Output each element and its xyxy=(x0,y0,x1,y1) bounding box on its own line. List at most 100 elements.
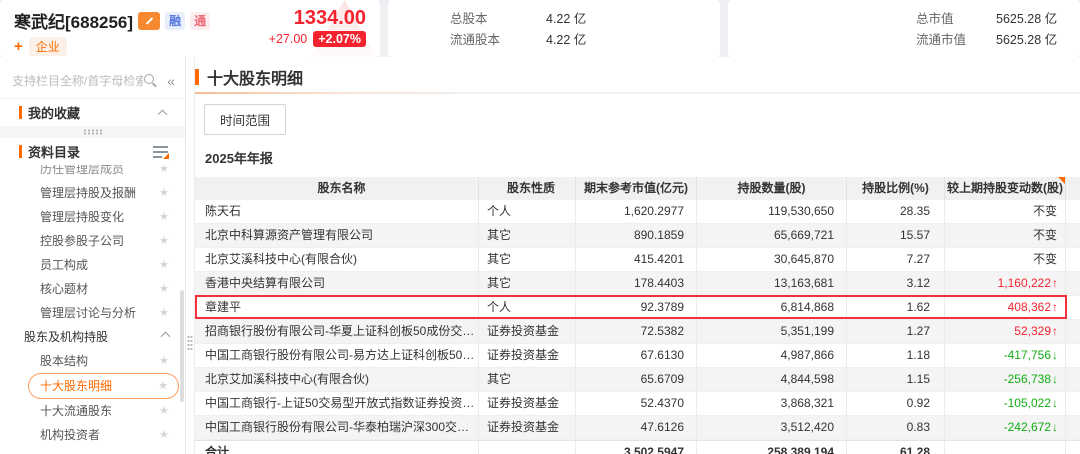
total-shares-label: 总股本 xyxy=(450,12,488,26)
table-row[interactable]: 中国工商银行股份有限公司-易方达上证科创板50成份交... 证券投资基金 67.… xyxy=(195,344,1080,368)
col-holding-pct[interactable]: 持股比例(%) xyxy=(847,177,945,200)
shareholder-name: 中国工商银行股份有限公司-易方达上证科创板50成份交... xyxy=(195,344,479,367)
shares-held: 3,868,321 xyxy=(697,392,847,415)
shareholder-type: 其它 xyxy=(479,224,576,247)
shareholder-name: 章建平 xyxy=(195,296,479,319)
market-value: 1,620.2977 xyxy=(576,200,697,223)
shares-held: 119,530,650 xyxy=(697,200,847,223)
table-row[interactable]: 中国工商银行-上证50交易型开放式指数证券投资基金 证券投资基金 52.4370… xyxy=(195,392,1080,416)
star-icon[interactable]: ★ xyxy=(159,349,169,373)
table-row[interactable]: 香港中央结算有限公司 其它 178.4403 13,163,681 3.12 1… xyxy=(195,272,1080,296)
holding-change: 不变 xyxy=(945,200,1066,223)
star-icon[interactable]: ★ xyxy=(158,374,168,398)
page-title: 十大股东明细 xyxy=(207,71,304,88)
col-shares-held[interactable]: 持股数量(股) xyxy=(697,177,847,200)
star-icon[interactable]: ★ xyxy=(159,399,169,423)
table-row[interactable]: 北京中科算源资产管理有限公司 其它 890.1859 65,669,721 15… xyxy=(195,224,1080,248)
time-range-button[interactable]: 时间范围 xyxy=(204,104,287,135)
title-separator xyxy=(195,92,1080,94)
holding-change: -256,738↓ xyxy=(945,368,1066,391)
star-icon[interactable]: ★ xyxy=(159,301,169,325)
collapse-sidebar-icon[interactable]: « xyxy=(167,73,175,89)
catalog-list: 历任管理层成员 ★ 管理层持股及报酬 ★ 管理层持股变化 ★ 控股参股子公司 ★… xyxy=(0,165,185,454)
favorites-section-header[interactable]: 我的收藏 xyxy=(0,99,185,126)
market-value: 72.5382 xyxy=(576,320,697,343)
orange-bar xyxy=(19,106,22,119)
sidebar-item-subsidiaries[interactable]: 控股参股子公司 ★ xyxy=(0,229,185,253)
sidebar-item-capital-structure[interactable]: 股本结构 ★ xyxy=(0,349,185,373)
col-holding-change[interactable]: 较上期持股变动数(股) xyxy=(945,177,1066,200)
sidebar-search[interactable]: 支持栏目全称/首字母检索 « xyxy=(0,57,185,99)
table-row[interactable]: 北京艾加溪科技中心(有限合伙) 其它 65.6709 4,844,598 1.1… xyxy=(195,368,1080,392)
star-icon[interactable]: ★ xyxy=(159,423,169,447)
star-icon[interactable]: ★ xyxy=(159,205,169,229)
shareholder-name: 中国工商银行-上证50交易型开放式指数证券投资基金 xyxy=(195,392,479,415)
total-shares-value: 4.22 亿 xyxy=(546,12,587,26)
shareholder-type: 个人 xyxy=(479,200,576,223)
sidebar-item-mgmt-discussion[interactable]: 管理层讨论与分析 ★ xyxy=(0,301,185,325)
shares-held: 30,645,870 xyxy=(697,248,847,271)
float-mktcap-value: 5625.28 亿 xyxy=(996,33,1058,47)
col-market-value[interactable]: 期末参考市值(亿元) xyxy=(576,177,697,200)
search-icon[interactable] xyxy=(143,73,158,88)
shareholder-type: 其它 xyxy=(479,368,576,391)
sidebar-item-institutional-investors[interactable]: 机构投资者 ★ xyxy=(0,423,185,447)
sidebar-item-past-management[interactable]: 历任管理层成员 ★ xyxy=(0,165,185,181)
shareholder-type: 其它 xyxy=(479,248,576,271)
sidebar-item-core-themes[interactable]: 核心题材 ★ xyxy=(0,277,185,301)
trend-arrow-icon: ↓ xyxy=(1052,348,1058,362)
total-pct: 61.28 xyxy=(847,441,945,454)
sidebar-item-mgmt-holdings-pay[interactable]: 管理层持股及报酬 ★ xyxy=(0,181,185,205)
col-gutter xyxy=(1066,177,1080,200)
sidebar-scrollbar[interactable] xyxy=(180,290,184,402)
total-mktcap-value: 5625.28 亿 xyxy=(996,12,1058,26)
table-row[interactable]: 中国工商银行股份有限公司-华泰柏瑞沪深300交易型开放... 证券投资基金 47… xyxy=(195,416,1080,440)
sidebar: 支持栏目全称/首字母检索 « 我的收藏 资料目录 历任管理层成员 ★ 管理层持股… xyxy=(0,57,186,454)
table-row[interactable]: 招商银行股份有限公司-华夏上证科创板50成份交易型开... 证券投资基金 72.… xyxy=(195,320,1080,344)
shareholder-type: 其它 xyxy=(479,272,576,295)
sidebar-item-top10-float-shareholders[interactable]: 十大流通股东 ★ xyxy=(0,399,185,423)
catalog-filter-icon[interactable] xyxy=(153,145,169,159)
market-value: 890.1859 xyxy=(576,224,697,247)
star-icon[interactable]: ★ xyxy=(159,253,169,277)
table-row[interactable]: 北京艾溪科技中心(有限合伙) 其它 415.4201 30,645,870 7.… xyxy=(195,248,1080,272)
sidebar-group-shareholders[interactable]: 股东及机构持股 xyxy=(0,325,185,349)
holding-change: -242,672↓ xyxy=(945,416,1066,439)
add-icon[interactable]: + xyxy=(14,39,23,54)
sidebar-item-top10-shareholders[interactable]: 十大股东明细 ★ xyxy=(28,373,179,399)
table-row[interactable]: 陈天石 个人 1,620.2977 119,530,650 28.35 不变 xyxy=(195,200,1080,224)
share-capital-card: 总股本 4.22 亿 流通股本 4.22 亿 xyxy=(388,0,720,57)
star-icon[interactable]: ★ xyxy=(159,165,169,181)
price-change-pct-badge: +2.07% xyxy=(313,31,366,47)
catalog-section-header[interactable]: 资料目录 xyxy=(0,138,185,165)
holding-pct: 1.27 xyxy=(847,320,945,343)
col-shareholder-name[interactable]: 股东名称 xyxy=(195,177,479,200)
trend-arrow-icon: ↓ xyxy=(1052,420,1058,434)
star-icon[interactable]: ★ xyxy=(159,181,169,205)
holding-pct: 3.12 xyxy=(847,272,945,295)
shareholder-name: 香港中央结算有限公司 xyxy=(195,272,479,295)
table-row-highlighted[interactable]: 章建平 个人 92.3789 6,814,868 1.62 408,362↑ xyxy=(195,295,1080,320)
star-icon[interactable]: ★ xyxy=(159,229,169,253)
shareholder-type: 证券投资基金 xyxy=(479,392,576,415)
shares-held: 4,987,866 xyxy=(697,344,847,367)
orange-bar xyxy=(19,145,22,158)
edit-icon[interactable] xyxy=(138,11,161,30)
total-mktcap-label: 总市值 xyxy=(916,12,954,26)
shareholder-type: 个人 xyxy=(479,296,576,319)
trend-arrow-icon: ↑ xyxy=(1052,324,1058,338)
col-shareholder-type[interactable]: 股东性质 xyxy=(479,177,576,200)
chevron-up-icon[interactable] xyxy=(160,331,171,342)
section-resize-handle[interactable] xyxy=(0,126,185,138)
star-icon[interactable]: ★ xyxy=(159,277,169,301)
enterprise-tag[interactable]: 企业 xyxy=(28,37,67,56)
margin-badge: 融 xyxy=(165,11,186,30)
search-input[interactable]: 支持栏目全称/首字母检索 xyxy=(12,72,143,89)
sidebar-item-employee-structure[interactable]: 员工构成 ★ xyxy=(0,253,185,277)
market-value: 52.4370 xyxy=(576,392,697,415)
sidebar-item-mgmt-holdings-change[interactable]: 管理层持股变化 ★ xyxy=(0,205,185,229)
stock-summary-card: 寒武纪[688256] 融 通 + 企业 1334.00 +27.00 +2.0… xyxy=(0,0,380,57)
chevron-up-icon[interactable] xyxy=(157,109,168,119)
price-block: 1334.00 +27.00 +2.07% xyxy=(269,7,366,47)
panel-resize-gutter[interactable] xyxy=(186,57,195,454)
